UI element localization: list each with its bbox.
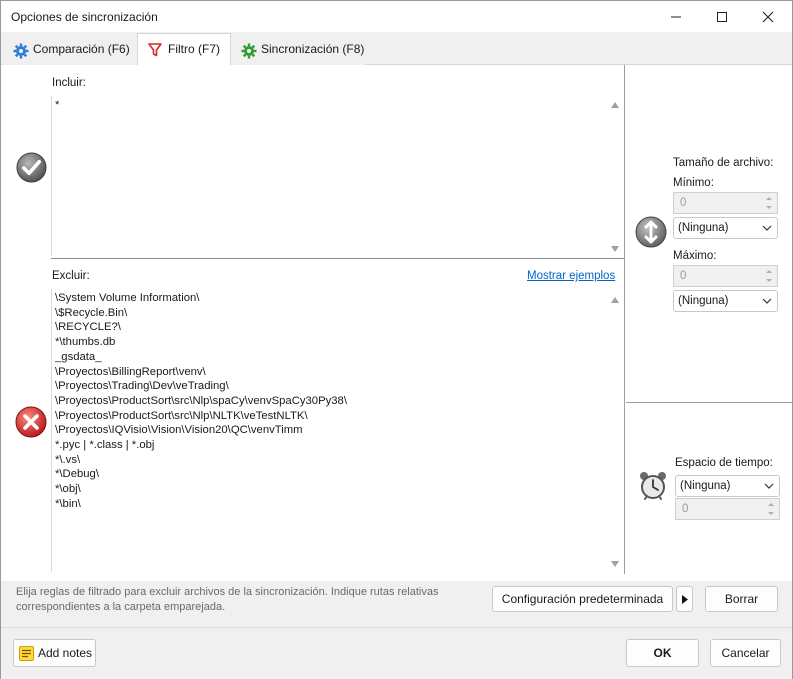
time-span-label: Espacio de tiempo: — [675, 457, 773, 469]
time-span-input[interactable]: 0 — [675, 498, 780, 520]
maximize-button[interactable] — [699, 1, 745, 32]
checkmark-icon — [16, 152, 47, 183]
spin-up-icon — [768, 503, 774, 506]
time-span-select[interactable]: (Ninguna) — [675, 475, 780, 497]
spin-down-icon — [766, 279, 772, 282]
scroll-up-icon — [611, 297, 619, 303]
note-icon — [19, 646, 34, 661]
scroll-up-icon — [611, 102, 619, 108]
tab-label: Comparación (F6) — [33, 42, 130, 56]
exclude-scrollbar[interactable] — [608, 289, 622, 572]
tab-label: Sincronización (F8) — [261, 42, 365, 56]
window-title: Opciones de sincronización — [11, 10, 158, 24]
tab-filter[interactable]: Filtro (F7) — [137, 33, 231, 66]
include-scrollbar[interactable] — [608, 96, 622, 256]
close-icon — [762, 11, 774, 23]
min-size-unit-select[interactable]: (Ninguna) — [673, 217, 778, 239]
spin-up-icon — [766, 197, 772, 200]
tab-strip: Comparación (F6) Filtro (F7) Sincronizac… — [1, 32, 792, 66]
spin-down-icon — [768, 512, 774, 515]
close-button[interactable] — [745, 1, 791, 32]
cancel-button[interactable]: Cancelar — [710, 639, 781, 667]
gear-blue-icon — [13, 43, 29, 59]
include-textarea[interactable]: * — [51, 96, 608, 256]
exclude-textarea[interactable]: \System Volume Information\ \$Recycle.Bi… — [51, 289, 608, 572]
include-label: Incluir: — [52, 77, 86, 89]
include-exclude-divider — [51, 258, 624, 259]
show-examples-link[interactable]: Mostrar ejemplos — [527, 270, 615, 282]
minimize-button[interactable] — [653, 1, 699, 32]
min-size-label: Mínimo: — [673, 177, 714, 189]
max-size-label: Máximo: — [673, 250, 717, 262]
vertical-divider — [624, 65, 625, 574]
filter-hint-text: Elija reglas de filtrado para excluir ar… — [16, 586, 439, 613]
spin-up-icon — [766, 270, 772, 273]
gear-green-icon — [241, 43, 257, 59]
chevron-down-icon — [764, 483, 774, 489]
default-config-menu-button[interactable] — [676, 586, 693, 612]
size-arrows-icon — [635, 216, 667, 248]
add-notes-button[interactable]: Add notes — [13, 639, 96, 667]
spin-down-icon — [766, 206, 772, 209]
time-span-value: 0 — [682, 503, 689, 515]
right-panel-divider — [626, 402, 792, 403]
clear-button[interactable]: Borrar — [705, 586, 778, 612]
tab-synchronization[interactable]: Sincronización (F8) — [231, 36, 365, 65]
filter-red-icon — [148, 43, 162, 57]
alarm-clock-icon — [640, 472, 666, 500]
sync-options-window: Opciones de sincronización Comparación (… — [0, 0, 793, 679]
tab-comparison[interactable]: Comparación (F6) — [3, 36, 137, 65]
min-size-value: 0 — [680, 197, 687, 209]
minimize-icon — [671, 16, 681, 18]
max-size-unit-value: (Ninguna) — [678, 295, 729, 307]
exclude-label: Excluir: — [52, 270, 90, 282]
min-size-input[interactable]: 0 — [673, 192, 778, 214]
title-bar: Opciones de sincronización — [1, 1, 792, 32]
max-size-input[interactable]: 0 — [673, 265, 778, 287]
file-size-label: Tamaño de archivo: — [673, 157, 774, 169]
play-arrow-icon — [681, 595, 688, 604]
maximize-icon — [717, 12, 727, 22]
scroll-down-icon — [611, 246, 619, 252]
filter-panel: Incluir: * Excluir: Mostrar ejemplos \Sy… — [1, 65, 792, 581]
tab-label: Filtro (F7) — [168, 42, 220, 56]
max-size-value: 0 — [680, 270, 687, 282]
ok-button[interactable]: OK — [626, 639, 699, 667]
add-notes-label: Add notes — [38, 646, 93, 660]
scroll-down-icon — [611, 561, 619, 567]
chevron-down-icon — [762, 298, 772, 304]
time-span-unit-value: (Ninguna) — [680, 480, 731, 492]
chevron-down-icon — [762, 225, 772, 231]
default-config-button[interactable]: Configuración predeterminada — [492, 586, 673, 612]
max-size-unit-select[interactable]: (Ninguna) — [673, 290, 778, 312]
error-x-icon — [15, 406, 47, 438]
min-size-unit-value: (Ninguna) — [678, 222, 729, 234]
